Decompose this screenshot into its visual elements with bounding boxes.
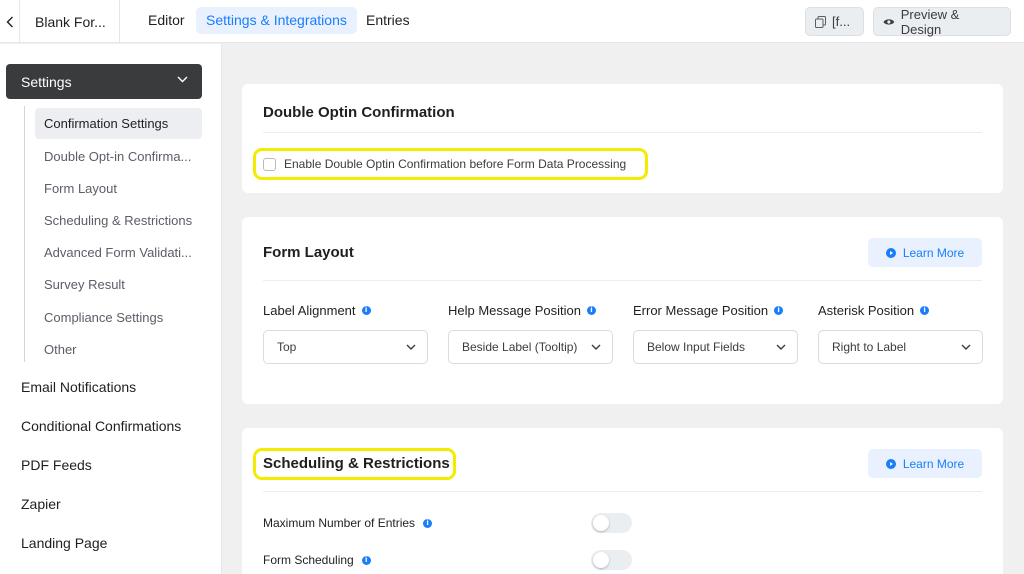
- info-icon[interactable]: i: [361, 555, 371, 565]
- card-divider: [263, 132, 982, 133]
- play-circle-icon: [885, 247, 896, 258]
- preview-design-label: Preview & Design: [900, 6, 960, 37]
- asterisk-position-text: Asterisk Position: [818, 303, 915, 318]
- scheduling-learn-more-button[interactable]: Learn More: [868, 449, 982, 478]
- info-icon[interactable]: i: [423, 518, 433, 528]
- toggle-knob: [593, 515, 609, 531]
- tab-entries[interactable]: Entries: [356, 7, 420, 34]
- max-entries-label: Maximum Number of Entries i: [263, 516, 433, 530]
- top-bar: Blank For... Editor Settings & Integrati…: [0, 0, 1024, 43]
- sidebar-item-form-layout[interactable]: Form Layout: [35, 173, 202, 204]
- double-optin-title: Double Optin Confirmation: [263, 104, 455, 121]
- form-scheduling-toggle[interactable]: [591, 550, 632, 570]
- help-message-position-text: Help Message Position: [448, 303, 581, 318]
- info-icon[interactable]: i: [361, 306, 371, 315]
- card-divider: [263, 491, 982, 492]
- settings-sidebar: Settings Confirmation Settings Double Op…: [0, 44, 222, 574]
- label-alignment-text: Label Alignment: [263, 303, 356, 318]
- copy-icon: [815, 15, 826, 28]
- sidebar-item-pdf-feeds[interactable]: PDF Feeds: [21, 457, 92, 473]
- learn-more-label: Learn More: [902, 245, 965, 260]
- chevron-down-icon: [406, 344, 416, 350]
- sidebar-item-conditional-confirmations[interactable]: Conditional Confirmations: [21, 418, 181, 434]
- double-optin-checkbox[interactable]: [263, 157, 276, 171]
- double-optin-checkbox-label: Enable Double Optin Confirmation before …: [284, 157, 627, 171]
- max-entries-toggle[interactable]: [591, 513, 632, 533]
- error-message-position-text: Error Message Position: [633, 303, 769, 318]
- double-optin-card: Double Optin Confirmation Enable Double …: [242, 84, 1003, 193]
- info-icon[interactable]: i: [774, 306, 784, 315]
- sidebar-item-landing-page[interactable]: Landing Page: [21, 535, 107, 551]
- info-icon[interactable]: i: [920, 306, 930, 315]
- form-scheduling-text: Form Scheduling: [263, 553, 354, 567]
- card-divider: [263, 280, 982, 281]
- eye-icon: [883, 18, 895, 25]
- label-alignment-value: Top: [277, 340, 297, 354]
- label-alignment-select[interactable]: Top: [263, 330, 428, 364]
- info-icon[interactable]: i: [586, 306, 596, 315]
- scheduling-title: Scheduling & Restrictions: [263, 455, 450, 472]
- help-message-position-select[interactable]: Beside Label (Tooltip): [448, 330, 613, 364]
- chevron-down-icon: [776, 344, 786, 350]
- sidebar-item-double-optin[interactable]: Double Opt-in Confirma...: [35, 141, 202, 172]
- tab-editor[interactable]: Editor: [138, 7, 195, 34]
- toggle-knob: [593, 552, 609, 568]
- form-layout-card: Form Layout Learn More Label Alignment i…: [242, 217, 1003, 404]
- error-message-position-label: Error Message Position i: [633, 303, 784, 318]
- error-message-position-value: Below Input Fields: [647, 340, 746, 354]
- scheduling-card: Scheduling & Restrictions Learn More Max…: [242, 428, 1003, 574]
- sidebar-item-scheduling[interactable]: Scheduling & Restrictions: [35, 205, 202, 236]
- error-message-position-select[interactable]: Below Input Fields: [633, 330, 798, 364]
- tab-settings-integrations[interactable]: Settings & Integrations: [196, 7, 357, 34]
- shortcode-copy-button[interactable]: [f...: [805, 7, 864, 36]
- sidebar-item-email-notifications[interactable]: Email Notifications: [21, 379, 136, 395]
- shortcode-label: [f...: [832, 14, 851, 29]
- chevron-left-icon: [6, 16, 13, 27]
- form-scheduling-label: Form Scheduling i: [263, 553, 371, 567]
- chevron-down-icon: [961, 344, 971, 350]
- sidebar-item-other[interactable]: Other: [35, 334, 202, 365]
- sidebar-item-compliance-settings[interactable]: Compliance Settings: [35, 302, 202, 333]
- sidebar-item-survey-result[interactable]: Survey Result: [35, 269, 202, 300]
- asterisk-position-label: Asterisk Position i: [818, 303, 930, 318]
- help-message-position-label: Help Message Position i: [448, 303, 596, 318]
- max-entries-text: Maximum Number of Entries: [263, 516, 416, 530]
- settings-menu-toggle[interactable]: Settings: [6, 64, 202, 99]
- sidebar-item-advanced-validation[interactable]: Advanced Form Validati...: [35, 237, 202, 268]
- back-button[interactable]: [0, 0, 19, 43]
- asterisk-position-value: Right to Label: [832, 340, 907, 354]
- sidebar-item-zapier[interactable]: Zapier: [21, 496, 61, 512]
- chevron-down-icon: [177, 76, 188, 83]
- form-layout-title: Form Layout: [263, 244, 354, 261]
- play-circle-icon: [885, 458, 896, 469]
- form-layout-learn-more-button[interactable]: Learn More: [868, 238, 982, 267]
- submenu-rail: [24, 106, 25, 362]
- form-title: Blank For...: [19, 0, 120, 43]
- label-alignment-label: Label Alignment i: [263, 303, 371, 318]
- settings-menu-label: Settings: [21, 73, 72, 90]
- learn-more-label: Learn More: [902, 456, 965, 471]
- help-message-position-value: Beside Label (Tooltip): [462, 340, 578, 354]
- sidebar-item-confirmation-settings[interactable]: Confirmation Settings: [35, 108, 202, 139]
- preview-design-button[interactable]: Preview & Design: [873, 6, 1011, 37]
- chevron-down-icon: [591, 344, 601, 350]
- double-optin-checkbox-row[interactable]: Enable Double Optin Confirmation before …: [263, 157, 626, 171]
- asterisk-position-select[interactable]: Right to Label: [818, 330, 983, 364]
